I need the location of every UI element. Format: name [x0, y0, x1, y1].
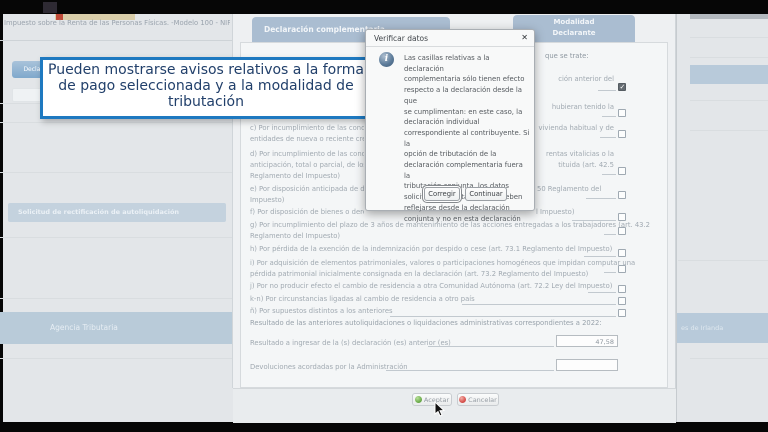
checkbox-row-f[interactable] [618, 213, 626, 221]
tutorial-callout-line: de pago seleccionada y a la modalidad de [43, 78, 369, 94]
dialog-title: Verificar datos [374, 34, 428, 43]
cancel-label: Cancelar [468, 396, 497, 404]
row-b-fragment: hubieran tenido la [552, 103, 614, 112]
dialog-message-line: reflejarse desde la declaración [404, 203, 530, 214]
dialog-message-line: Las casillas relativas a la declaración [404, 53, 530, 74]
cancel-button[interactable]: Cancelar [457, 393, 499, 406]
field-resultado-input[interactable]: 47,58 [556, 335, 618, 347]
checkbox-row-h[interactable] [618, 249, 626, 257]
checkbox-row-j[interactable] [618, 285, 626, 293]
right-strip [690, 14, 768, 19]
checkbox-row-i[interactable] [618, 265, 626, 273]
continuar-button[interactable]: Continuar [465, 187, 507, 201]
row-i-line1: i) Por adquisición de elementos patrimon… [250, 259, 635, 268]
dialog-title-divider [366, 46, 534, 47]
row-d-line2: anticipación, total o parcial, de los de [250, 161, 364, 170]
row-e-line1: e) Por disposición anticipada de dere [250, 185, 364, 194]
row-g-line2: Reglamento del Impuesto) [250, 232, 340, 241]
checkbox-row-kn[interactable] [618, 297, 626, 305]
letterbox-left [0, 0, 3, 432]
row-kn-line: k-n) Por circunstancias ligadas al cambi… [250, 295, 475, 304]
verificar-datos-dialog: Verificar datos ✕ i Las casillas relativ… [365, 29, 535, 211]
dialog-message-line: declaración individual [404, 117, 530, 128]
section-band-solicitud: Solicitud de rectificación de autoliquid… [8, 203, 226, 222]
section-band-agencia: Agencia Tributaria [0, 312, 232, 344]
corregir-button[interactable]: Corregir [424, 187, 460, 201]
row-nn-line: ñ) Por supuestos distintos a los anterio… [250, 307, 393, 316]
row-f-fragment: l Impuesto) [536, 208, 575, 217]
row-d-fragment1: rentas vitalicias o la [546, 150, 614, 159]
section-band-agencia-label: Agencia Tributaria [0, 312, 232, 344]
field-resultado-label: Resultado a ingresar de la (s) declaraci… [250, 339, 451, 348]
accept-icon [415, 396, 422, 403]
field-devoluciones-input[interactable] [556, 359, 618, 371]
right-band-top [690, 65, 768, 84]
divider [0, 40, 232, 41]
screen: Impuesto sobre la Renta de las Personas … [0, 0, 768, 432]
divider [676, 14, 677, 422]
field-devoluciones-label: Devoluciones acordadas por la Administra… [250, 363, 408, 372]
checkbox-row-nn[interactable] [618, 309, 626, 317]
mouse-cursor [434, 401, 446, 418]
row-f-line: f) Por disposición de bienes o derech [250, 208, 364, 217]
close-icon[interactable]: ✕ [521, 33, 528, 42]
dialog-message-line: correspondiente al contribuyente. Si la [404, 128, 530, 149]
checkbox-row-b[interactable] [618, 109, 626, 117]
dialog-message-line: declaración complementaria fuera la [404, 160, 530, 181]
checkbox-row-e[interactable] [618, 191, 626, 199]
page-title: Impuesto sobre la Renta de las Personas … [4, 19, 230, 28]
checkbox-row-c[interactable] [618, 130, 626, 138]
accept-button[interactable]: Aceptar [412, 393, 452, 406]
row-e-fragment: 50 Reglamento del [537, 185, 601, 194]
browser-chrome-fragment [43, 2, 57, 13]
tutorial-callout-line: tributación [43, 94, 369, 110]
totals-header: Resultado de las anteriores autoliquidac… [250, 319, 602, 328]
row-d-line3: Reglamento del Impuesto) [250, 172, 340, 181]
letterbox-bottom [0, 422, 768, 432]
row-c-fragment: vivienda habitual y de [539, 124, 615, 133]
checkbox-row-a[interactable] [618, 83, 626, 91]
right-band-label-fragment: es de Irlanda [677, 313, 768, 343]
tutorial-callout: Pueden mostrarse avisos relativos a la f… [40, 57, 372, 119]
row-a-fragment: ción anterior del [558, 75, 614, 84]
letterbox-top [0, 0, 768, 14]
tutorial-callout-line: Pueden mostrarse avisos relativos a la f… [43, 62, 369, 78]
row-i-line2: pérdida patrimonial inicialmente consign… [250, 270, 588, 279]
checkbox-row-g[interactable] [618, 227, 626, 235]
checkbox-row-d[interactable] [618, 167, 626, 175]
panel-footer [233, 388, 676, 423]
background-row-fragment [12, 88, 42, 102]
row-e-line2: Impuesto) [250, 196, 284, 205]
dialog-message-line: complementaria sólo tienen efecto [404, 74, 530, 85]
section-band-solicitud-label: Solicitud de rectificación de autoliquid… [8, 203, 226, 222]
row-h-line: h) Por pérdida de la exención de la inde… [250, 245, 612, 254]
row-d-fragment2: tituida (art. 42.5 [558, 161, 614, 170]
intro-fragment: que se trate: [545, 52, 589, 61]
row-c-line1: c) Por incumplimiento de las condici [250, 124, 364, 133]
row-j-line: j) Por no producir efecto el cambio de r… [250, 282, 612, 291]
tab-modalidad-line1: Modalidad [513, 17, 635, 28]
row-c-line2: entidades de nueva o reciente creaci [250, 135, 364, 144]
info-icon: i [379, 52, 394, 67]
dialog-message-line: conjunta y no en esta declaración [404, 214, 530, 225]
cancel-icon [459, 396, 466, 403]
dialog-message-line: se cumplimentan: en este caso, la [404, 107, 530, 118]
dialog-message-line: respecto a la declaración desde la que [404, 85, 530, 106]
right-band-bottom: es de Irlanda [677, 313, 768, 343]
dialog-message-line: opción de tributación de la [404, 149, 530, 160]
row-d-line1: d) Por incumplimiento de las condic [250, 150, 364, 159]
